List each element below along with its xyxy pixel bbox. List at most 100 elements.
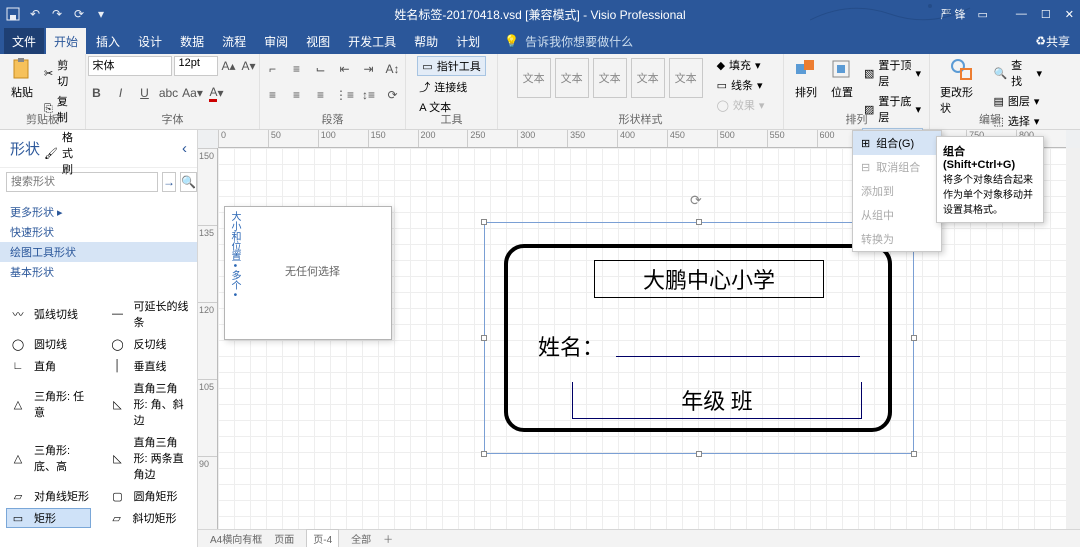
undo-icon[interactable]: ↶ xyxy=(28,7,42,21)
font-name-select[interactable]: 宋体 xyxy=(88,56,172,76)
grow-font-icon[interactable]: A▴ xyxy=(220,57,238,75)
indent-inc-icon[interactable]: ⇥ xyxy=(360,60,378,78)
shape-item[interactable]: ◺直角三角形: 两条直角边 xyxy=(108,434,190,482)
tell-me[interactable]: 💡告诉我你想要做什么 xyxy=(496,28,641,54)
shape-item[interactable]: │垂直线 xyxy=(108,358,190,374)
user-name[interactable]: 严 锋 xyxy=(940,6,965,22)
share-button[interactable]: ♻ 共享 xyxy=(1025,28,1080,54)
tab-insert[interactable]: 插入 xyxy=(88,28,128,54)
pointer-tool-button[interactable]: ▭ 指针工具 xyxy=(417,56,485,76)
line-button[interactable]: ▭ 线条 ▾ xyxy=(715,76,767,94)
shrink-font-icon[interactable]: A▾ xyxy=(240,57,258,75)
rotate-text-icon[interactable]: ⟳ xyxy=(384,86,402,104)
page-generic[interactable]: 页面 xyxy=(274,531,294,546)
orientation-icon[interactable]: A↕ xyxy=(384,60,402,78)
search-options-button[interactable]: 🔍 xyxy=(180,172,197,192)
rotate-handle-icon[interactable]: ⟳ xyxy=(690,192,702,209)
shape-item[interactable]: ▭矩形 xyxy=(7,509,90,527)
fill-button[interactable]: ◆ 填充 ▾ xyxy=(715,56,767,74)
tab-design[interactable]: 设计 xyxy=(130,28,170,54)
shape-item[interactable]: ◺直角三角形: 角、斜边 xyxy=(108,380,190,428)
paste-button[interactable]: 粘贴 xyxy=(6,56,38,102)
find-button[interactable]: 🔍 查找 ▾ xyxy=(991,56,1044,90)
tab-data[interactable]: 数据 xyxy=(172,28,212,54)
tab-plan[interactable]: 计划 xyxy=(448,28,488,54)
scrollbar-vertical[interactable] xyxy=(1066,148,1080,533)
size-position-panel[interactable]: 大小和位置 • 多个 • 无任何选择 xyxy=(224,206,392,340)
change-shape-button[interactable]: 更改形状 xyxy=(936,56,987,118)
shape-item[interactable]: ▢圆角矩形 xyxy=(108,488,190,504)
basic-shapes-link[interactable]: 基本形状 xyxy=(10,262,187,282)
qat-more-icon[interactable]: ▾ xyxy=(94,7,108,21)
layer-button[interactable]: ▤ 图层 ▾ xyxy=(991,92,1044,110)
close-icon[interactable]: ✕ xyxy=(1065,8,1074,21)
dd-group[interactable]: ⊞ 组合(G) xyxy=(853,131,941,155)
ribbon-options-icon[interactable]: ▭ xyxy=(978,8,988,21)
more-shapes-link[interactable]: 更多形状 ▸ xyxy=(10,202,187,222)
page-a4[interactable]: A4横向有框 xyxy=(210,531,262,546)
tab-home[interactable]: 开始 xyxy=(46,28,86,54)
collapse-icon[interactable]: ‹ xyxy=(182,140,187,157)
align-left-icon[interactable]: ≡ xyxy=(264,86,282,104)
text-highlight-button[interactable]: Aa▾ xyxy=(184,84,202,102)
shape-item[interactable]: ∟直角 xyxy=(8,358,90,374)
style-1[interactable]: 文本 xyxy=(517,58,551,98)
refresh-icon[interactable]: ⟳ xyxy=(72,7,86,21)
style-3[interactable]: 文本 xyxy=(593,58,627,98)
format-painter-button[interactable]: 🖌格式刷 xyxy=(42,128,79,178)
connector-tool-button[interactable]: ⤴ 连接线 xyxy=(417,78,485,96)
font-size-select[interactable]: 12pt xyxy=(174,56,218,76)
cut-button[interactable]: ✂剪切 xyxy=(42,56,79,90)
page-all[interactable]: 全部 xyxy=(351,531,371,546)
name-label-text[interactable]: 姓名： xyxy=(538,330,604,362)
underline-button[interactable]: U xyxy=(136,84,154,102)
shape-item[interactable]: 〰弧线切线 xyxy=(8,298,90,330)
arrange-button[interactable]: 排列 xyxy=(790,56,822,102)
school-name-text[interactable]: 大鹏中心小学 xyxy=(594,260,824,298)
save-icon[interactable] xyxy=(6,7,20,21)
add-page-icon[interactable]: ＋ xyxy=(383,531,393,546)
position-button[interactable]: 位置 xyxy=(826,56,858,102)
style-2[interactable]: 文本 xyxy=(555,58,589,98)
strike-button[interactable]: abc xyxy=(160,84,178,102)
shape-item[interactable]: ◯反切线 xyxy=(108,336,190,352)
style-5[interactable]: 文本 xyxy=(669,58,703,98)
tab-view[interactable]: 视图 xyxy=(298,28,338,54)
font-color-button[interactable]: A▾ xyxy=(208,84,226,102)
bold-button[interactable]: B xyxy=(88,84,106,102)
shape-item[interactable]: △三角形: 任意 xyxy=(8,380,90,428)
tab-developer[interactable]: 开发工具 xyxy=(340,28,404,54)
tab-help[interactable]: 帮助 xyxy=(406,28,446,54)
italic-button[interactable]: I xyxy=(112,84,130,102)
tab-file[interactable]: 文件 xyxy=(4,28,44,54)
grade-class-text[interactable]: 年级 班 xyxy=(572,382,862,419)
minimize-icon[interactable]: — xyxy=(1016,8,1027,21)
shape-item[interactable]: △三角形: 底、高 xyxy=(8,434,90,482)
align-right-icon[interactable]: ≡ xyxy=(312,86,330,104)
tab-process[interactable]: 流程 xyxy=(214,28,254,54)
search-input[interactable] xyxy=(6,172,158,192)
align-top-icon[interactable]: ⌐ xyxy=(264,60,282,78)
align-center-icon[interactable]: ≡ xyxy=(288,86,306,104)
page-4-tab[interactable]: 页-4 xyxy=(306,529,339,547)
shape-item[interactable]: ▱斜切矩形 xyxy=(107,510,189,526)
name-tag-card[interactable]: 大鹏中心小学 姓名： 年级 班 xyxy=(498,238,898,438)
shape-item[interactable]: —可延长的线条 xyxy=(108,298,190,330)
bullets-icon[interactable]: ⋮≡ xyxy=(336,86,354,104)
style-4[interactable]: 文本 xyxy=(631,58,665,98)
shape-item[interactable]: ▱对角线矩形 xyxy=(8,488,90,504)
drawtool-shapes-link[interactable]: 绘图工具形状 xyxy=(0,242,197,262)
spacing-icon[interactable]: ↕≡ xyxy=(360,86,378,104)
style-gallery[interactable]: 文本 文本 文本 文本 文本 xyxy=(515,56,705,100)
search-go-button[interactable]: → xyxy=(162,172,176,192)
tab-review[interactable]: 审阅 xyxy=(256,28,296,54)
shapes-panel: 形状‹ → 🔍 更多形状 ▸ 快速形状 绘图工具形状 基本形状 〰弧线切线—可延… xyxy=(0,130,198,547)
bring-front-button[interactable]: ▧ 置于顶层 ▾ xyxy=(862,56,923,90)
redo-icon[interactable]: ↷ xyxy=(50,7,64,21)
align-middle-icon[interactable]: ≡ xyxy=(288,60,306,78)
shape-item[interactable]: ◯圆切线 xyxy=(8,336,90,352)
indent-dec-icon[interactable]: ⇤ xyxy=(336,60,354,78)
quick-shapes-link[interactable]: 快速形状 xyxy=(10,222,187,242)
maximize-icon[interactable]: ☐ xyxy=(1041,8,1051,21)
align-bottom-icon[interactable]: ⌙ xyxy=(312,60,330,78)
